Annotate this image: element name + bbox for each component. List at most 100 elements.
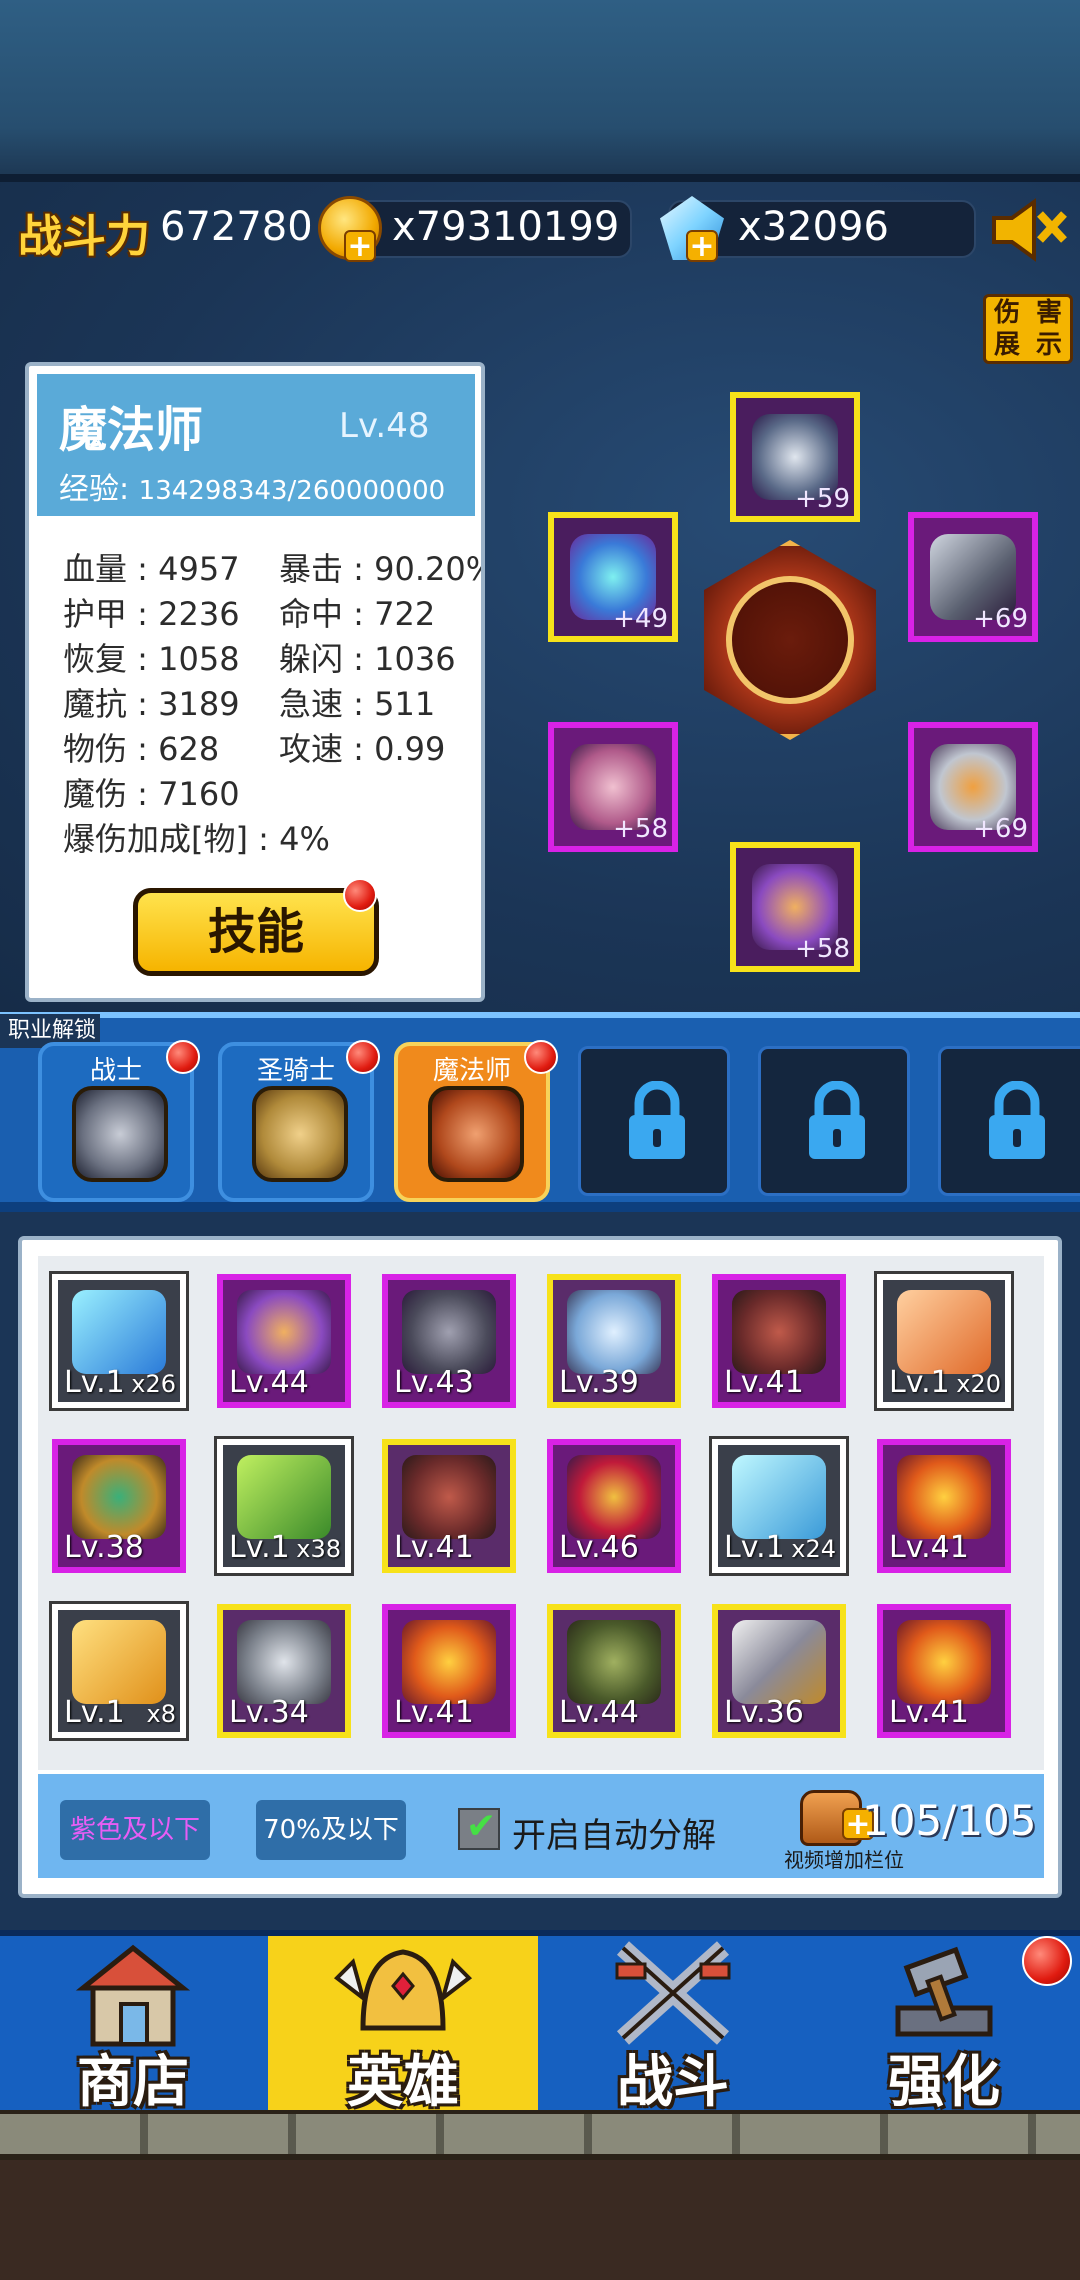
magic-staff-icon [428, 1086, 524, 1182]
nav-hero[interactable]: 英雄 [268, 1936, 538, 2136]
class-card-locked[interactable] [578, 1046, 730, 1196]
item-level: Lv.39 [559, 1365, 639, 1400]
class-notification-dot [346, 1040, 380, 1074]
stat-dodge: 躲闪 : 1036 [279, 640, 456, 678]
item-level: Lv.43 [394, 1365, 474, 1400]
inventory-item[interactable]: Lv.1 x38 [214, 1436, 354, 1576]
class-card-locked[interactable] [758, 1046, 910, 1196]
stat-regen: 恢复 : 1058 [63, 640, 240, 678]
exp-value: 134298343/260000000 [138, 476, 446, 506]
crossed-swords-icon [615, 1941, 731, 2045]
upgrade-notification-dot [1022, 1936, 1072, 1986]
nav-upgrade-label: 强化 [888, 2050, 1000, 2115]
equip-plus: +69 [973, 814, 1028, 844]
item-level: Lv.46 [559, 1530, 639, 1565]
inventory-item[interactable]: Lv.41 [382, 1439, 516, 1573]
equip-slot-boots[interactable]: +58 [730, 842, 860, 972]
item-level: Lv.1 [64, 1365, 125, 1400]
nav-shop-label: 商店 [77, 2050, 189, 2115]
equip-slot-helmet[interactable]: +59 [730, 392, 860, 522]
boots-icon [237, 1290, 331, 1374]
filter-percent-button[interactable]: 70%及以下 [256, 1800, 406, 1860]
stat-physical-damage: 物伤 : 628 [63, 730, 220, 768]
boots-icon [567, 1620, 661, 1704]
item-level: Lv.1 [64, 1695, 125, 1730]
speaker-muted-icon[interactable] [988, 196, 1068, 264]
damage-button-char: 伤 [993, 298, 1020, 328]
stat-hp: 血量 : 4957 [63, 550, 240, 588]
inventory-item[interactable]: Lv.1 x24 [709, 1436, 849, 1576]
skill-button[interactable]: 技能 [133, 888, 379, 976]
hero-info-header: 魔法师 Lv.48 经验: 134298343/260000000 [37, 374, 475, 516]
item-level: Lv.44 [559, 1695, 639, 1730]
sword-icon [732, 1620, 826, 1704]
inventory-item[interactable]: Lv.38 [52, 1439, 186, 1573]
item-level: Lv.41 [889, 1530, 969, 1565]
hero-level: Lv.48 [339, 406, 430, 446]
inventory-item[interactable]: Lv.41 [877, 1439, 1011, 1573]
class-card-locked[interactable] [938, 1046, 1080, 1196]
inventory-item[interactable]: Lv.36 [712, 1604, 846, 1738]
item-level: Lv.41 [889, 1695, 969, 1730]
inventory-item[interactable]: Lv.43 [382, 1274, 516, 1408]
item-level: Lv.1 [889, 1365, 950, 1400]
sword-icon [72, 1086, 168, 1182]
item-level: Lv.44 [229, 1365, 309, 1400]
equip-slot-amulet[interactable]: +58 [548, 722, 678, 852]
inventory-item[interactable]: Lv.34 [217, 1604, 351, 1738]
shop-icon [75, 1944, 191, 2047]
equip-plus: +49 [613, 604, 668, 634]
stat-hit: 命中 : 722 [279, 595, 436, 633]
lock-icon [809, 1081, 865, 1159]
stat-armor: 护甲 : 2236 [63, 595, 240, 633]
ring-icon [72, 1455, 166, 1539]
damage-button-char: 展 [993, 330, 1020, 360]
add-gold-icon[interactable]: + [344, 230, 376, 262]
power-value: 672780 [160, 204, 313, 250]
item-count: x20 [956, 1370, 1001, 1398]
filter-purple-button[interactable]: 紫色及以下 [60, 1800, 210, 1860]
lock-icon [629, 1081, 685, 1159]
inventory-item[interactable]: Lv.41 [382, 1604, 516, 1738]
gauntlets-icon [237, 1620, 331, 1704]
inventory-item[interactable]: Lv.46 [547, 1439, 681, 1573]
nav-shop[interactable]: 商店 [0, 1936, 266, 2136]
equip-plus: +58 [795, 934, 850, 964]
damage-button-char: 示 [1035, 330, 1062, 360]
exp-label: 经验: [59, 472, 130, 507]
nav-battle-label: 战斗 [617, 2050, 729, 2115]
inventory-item[interactable]: Lv.44 [547, 1604, 681, 1738]
inventory-item[interactable]: Lv.41 [712, 1274, 846, 1408]
hero-exp: 经验: 134298343/260000000 [59, 464, 445, 508]
damage-display-button[interactable]: 伤 害 展 示 [983, 294, 1073, 364]
gold-value: x79310199 [392, 204, 620, 250]
inventory-item[interactable]: Lv.1 x20 [874, 1271, 1014, 1411]
item-level: Lv.36 [724, 1695, 804, 1730]
item-level: Lv.38 [64, 1530, 144, 1565]
add-gem-icon[interactable]: + [686, 230, 718, 262]
hero-helmet-icon [333, 1949, 473, 2031]
lock-icon [989, 1081, 1045, 1159]
power-label: 战斗力 [18, 211, 150, 262]
stat-attack-speed: 攻速 : 0.99 [279, 730, 446, 768]
equip-slot-weapon[interactable]: +69 [908, 512, 1038, 642]
crystal-gloves-icon [567, 1290, 661, 1374]
item-count: x8 [146, 1700, 176, 1728]
brick-wall-decoration [0, 2110, 1080, 2160]
auto-decompose-checkbox[interactable] [458, 1806, 500, 1850]
item-level: Lv.41 [394, 1695, 474, 1730]
equip-slot-armor[interactable]: +49 [548, 512, 678, 642]
flame-crown-icon [402, 1620, 496, 1704]
nav-battle[interactable]: 战斗 [540, 1936, 806, 2136]
inventory-item[interactable]: Lv.1 x8 [49, 1601, 189, 1741]
gem-value: x32096 [738, 204, 889, 250]
class-notification-dot [166, 1040, 200, 1074]
puzzle-piece-icon [237, 1455, 331, 1539]
inventory-item[interactable]: Lv.41 [877, 1604, 1011, 1738]
inventory-item[interactable]: Lv.44 [217, 1274, 351, 1408]
equip-slot-ring[interactable]: +69 [908, 722, 1038, 852]
bag-capacity: 105/105 [862, 1796, 1037, 1845]
inventory-item[interactable]: Lv.1 x26 [49, 1271, 189, 1411]
inventory-item[interactable]: Lv.39 [547, 1274, 681, 1408]
item-level: Lv.1 [229, 1530, 290, 1565]
